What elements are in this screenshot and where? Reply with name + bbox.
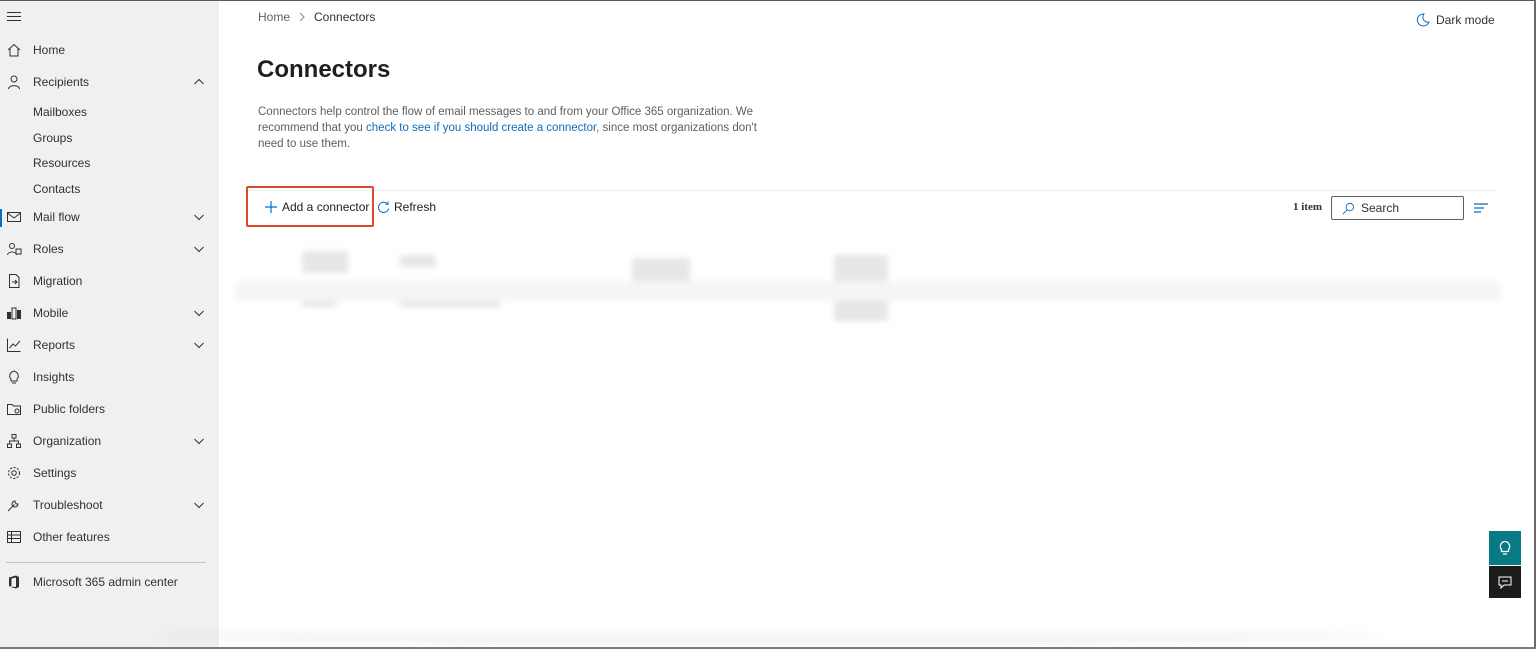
person-icon: [8, 75, 20, 90]
sidebar-nav: Home Recipients Mailboxes Groups Resourc…: [0, 1, 219, 647]
sidebar-item-insights[interactable]: Insights: [0, 362, 219, 392]
sidebar-item-label: Microsoft 365 admin center: [33, 575, 178, 589]
grid-icon: [7, 531, 21, 543]
feedback-chat-button[interactable]: [1489, 566, 1521, 598]
sidebar-item-label: Organization: [33, 434, 102, 448]
window-top-border: [0, 0, 1536, 1]
dark-mode-label: Dark mode: [1436, 13, 1495, 27]
sidebar-item-mail-flow[interactable]: Mail flow: [0, 202, 219, 232]
breadcrumb-home-link[interactable]: Home: [258, 10, 290, 24]
gear-icon: [8, 467, 20, 479]
sidebar-subitem-resources[interactable]: Resources: [33, 156, 90, 170]
add-connector-button[interactable]: Add a connector: [246, 186, 374, 227]
sidebar-subitem-mailboxes[interactable]: Mailboxes: [33, 105, 87, 119]
dark-mode-toggle[interactable]: Dark mode: [1416, 13, 1495, 27]
sidebar-item-settings[interactable]: Settings: [0, 458, 219, 488]
add-connector-label: Add a connector: [282, 199, 370, 214]
lightbulb-help-icon: [1499, 540, 1511, 555]
chevron-down-icon[interactable]: [193, 499, 205, 511]
lightbulb-icon: [9, 370, 19, 384]
moon-icon: [1416, 13, 1430, 27]
sidebar-item-reports[interactable]: Reports: [0, 330, 219, 360]
sidebar-item-label: Insights: [33, 370, 75, 384]
chevron-down-icon[interactable]: [193, 243, 205, 255]
sidebar-item-recipients[interactable]: Recipients: [0, 67, 219, 97]
sidebar-item-other-features[interactable]: Other features: [0, 522, 219, 552]
chat-icon: [1498, 576, 1512, 589]
sidebar-item-organization[interactable]: Organization: [0, 426, 219, 456]
sidebar-item-home[interactable]: Home: [0, 35, 219, 65]
toolbar-divider: [246, 190, 1496, 191]
sidebar-item-migration[interactable]: Migration: [0, 266, 219, 296]
plus-icon: [265, 200, 277, 213]
sidebar-item-admin-center[interactable]: Microsoft 365 admin center: [0, 567, 219, 597]
sidebar-item-label: Reports: [33, 338, 76, 352]
chevron-down-icon[interactable]: [193, 211, 205, 223]
migration-icon: [9, 274, 20, 288]
chevron-down-icon[interactable]: [193, 435, 205, 447]
refresh-button[interactable]: Refresh: [377, 200, 436, 214]
search-placeholder: Search: [1361, 201, 1400, 215]
sidebar-divider: [6, 562, 206, 563]
filter-icon[interactable]: [1474, 203, 1488, 213]
sidebar-item-label: Settings: [33, 466, 77, 480]
connector-list-row-redacted[interactable]: [236, 245, 1501, 327]
sidebar-item-roles[interactable]: Roles: [0, 234, 219, 264]
breadcrumb: Home Connectors: [258, 10, 375, 24]
reports-icon: [7, 338, 21, 352]
roles-icon: [7, 243, 22, 256]
page-title: Connectors: [257, 56, 391, 83]
sidebar-item-troubleshoot[interactable]: Troubleshoot: [0, 490, 219, 520]
sidebar-item-label: Home: [33, 43, 66, 57]
refresh-label: Refresh: [394, 200, 437, 214]
sidebar-item-label: Mobile: [33, 306, 69, 320]
hamburger-menu-icon[interactable]: [7, 12, 21, 24]
breadcrumb-current: Connectors: [314, 10, 376, 24]
org-chart-icon: [7, 434, 21, 448]
home-icon: [7, 43, 21, 57]
sidebar-item-label: Mail flow: [33, 210, 80, 224]
mail-icon: [7, 212, 21, 222]
refresh-icon: [378, 200, 390, 213]
sidebar-item-label: Roles: [33, 242, 64, 256]
chevron-down-icon[interactable]: [193, 307, 205, 319]
sidebar-item-label: Recipients: [33, 75, 90, 89]
page-description: Connectors help control the flow of emai…: [258, 104, 758, 152]
sidebar-item-label: Migration: [33, 274, 83, 288]
search-input[interactable]: Search: [1331, 196, 1464, 220]
sidebar-subitem-contacts[interactable]: Contacts: [33, 182, 80, 196]
sidebar-item-label: Troubleshoot: [33, 498, 103, 512]
chevron-down-icon[interactable]: [193, 339, 205, 351]
office-icon: [9, 575, 19, 589]
search-icon: [1342, 202, 1355, 214]
item-count: 1 item: [1293, 201, 1323, 213]
chevron-up-icon[interactable]: [193, 76, 205, 88]
sidebar-subitem-groups[interactable]: Groups: [33, 131, 72, 145]
folder-icon: [7, 404, 21, 415]
sidebar-item-mobile[interactable]: Mobile: [0, 298, 219, 328]
sidebar-item-public-folders[interactable]: Public folders: [0, 394, 219, 424]
mobile-icon: [7, 307, 21, 320]
help-button[interactable]: [1489, 531, 1521, 565]
sidebar-item-label: Public folders: [33, 402, 106, 416]
create-connector-help-link[interactable]: check to see if you should create a conn…: [366, 122, 596, 134]
sidebar-item-label: Other features: [33, 530, 110, 544]
bottom-shadow: [150, 628, 1380, 644]
wrench-icon: [7, 500, 19, 512]
chevron-right-icon: [299, 12, 305, 22]
